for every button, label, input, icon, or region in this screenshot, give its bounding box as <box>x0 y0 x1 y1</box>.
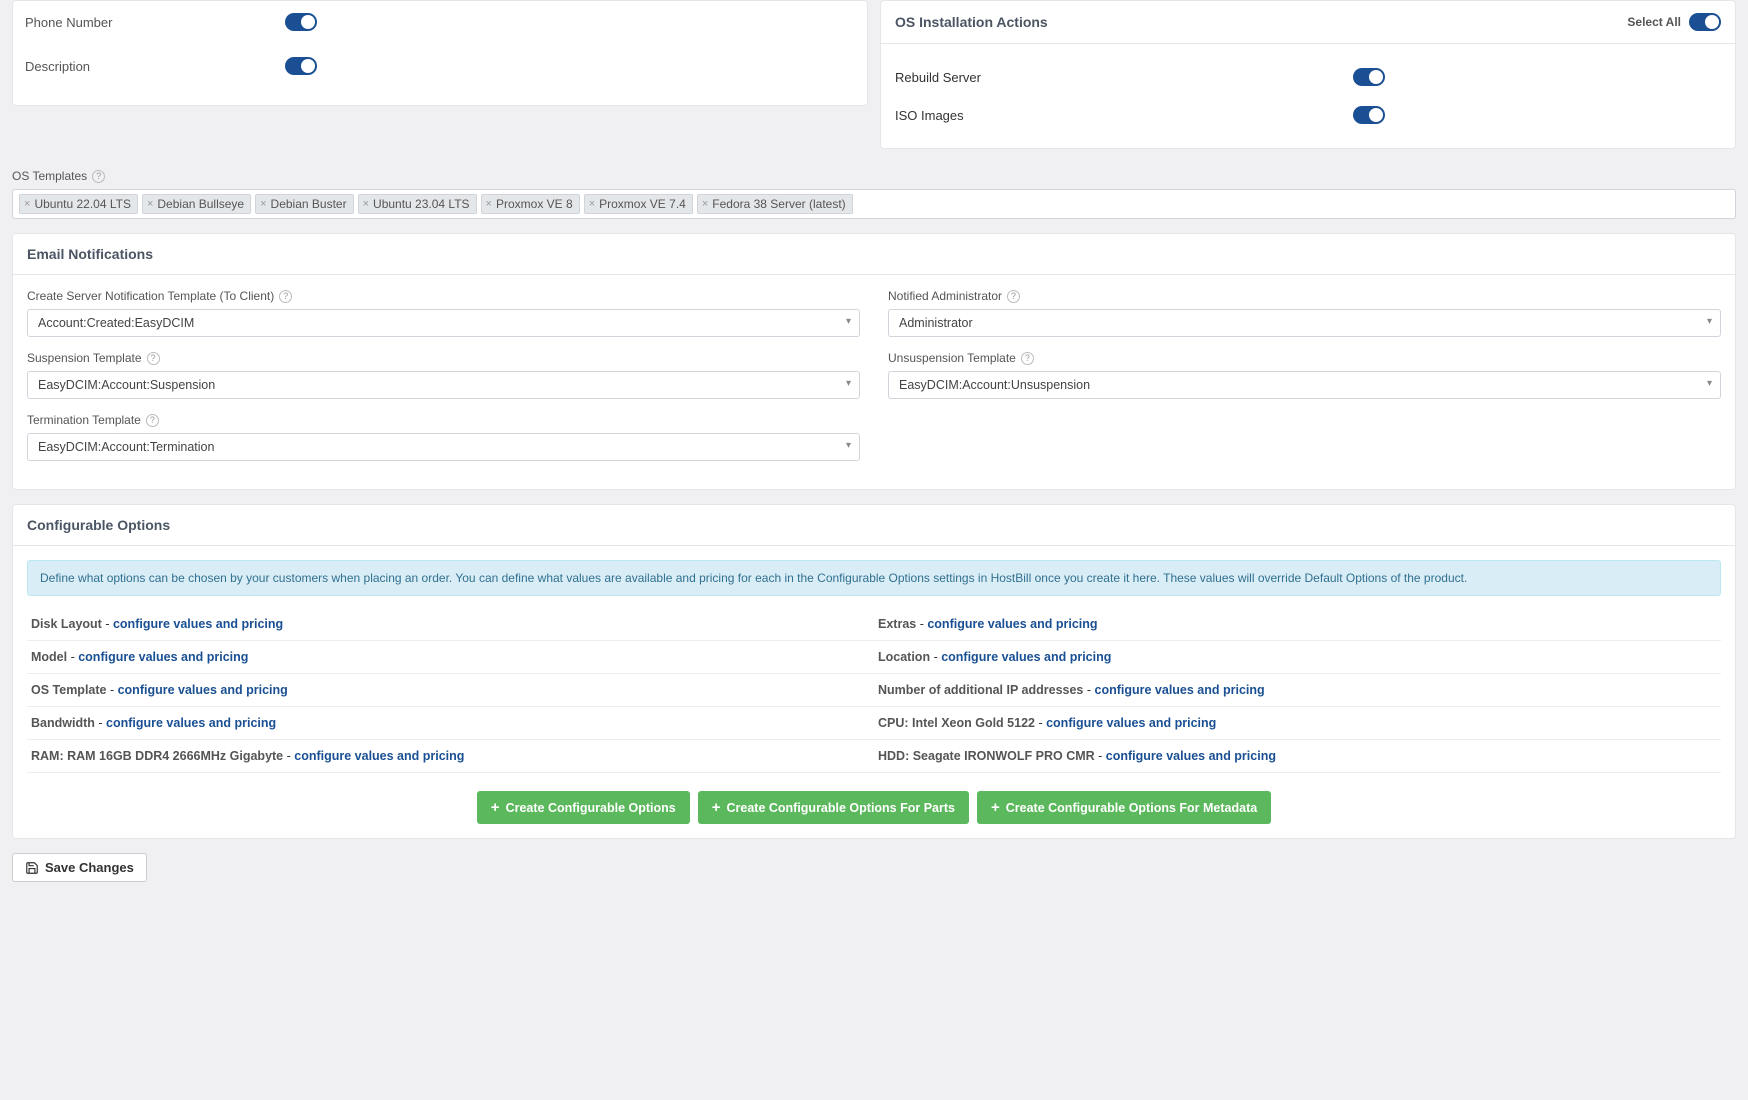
suspension-select[interactable]: EasyDCIM:Account:Suspension <box>27 371 860 399</box>
help-icon[interactable]: ? <box>1007 290 1020 303</box>
plus-icon: + <box>712 799 721 816</box>
configure-link[interactable]: configure values and pricing <box>113 617 283 631</box>
opt-label: HDD: Seagate IRONWOLF PRO CMR <box>878 749 1095 763</box>
os-action-label: ISO Images <box>895 108 964 123</box>
os-action-toggle-1[interactable] <box>1353 106 1385 124</box>
configure-link[interactable]: configure values and pricing <box>106 716 276 730</box>
toggle-label: Phone Number <box>25 15 285 30</box>
os-template-tag[interactable]: × Ubuntu 22.04 LTS <box>19 194 138 214</box>
opt-label: CPU: Intel Xeon Gold 5122 <box>878 716 1035 730</box>
configure-link[interactable]: configure values and pricing <box>1106 749 1276 763</box>
notified-admin-select[interactable]: Administrator <box>888 309 1721 337</box>
os-templates-label: OS Templates <box>12 169 87 183</box>
select-all-label: Select All <box>1627 15 1681 29</box>
opt-label: Bandwidth <box>31 716 95 730</box>
configure-link[interactable]: configure values and pricing <box>1095 683 1265 697</box>
configure-link[interactable]: configure values and pricing <box>78 650 248 664</box>
opt-label: Disk Layout <box>31 617 102 631</box>
os-actions-title: OS Installation Actions <box>895 14 1048 30</box>
save-button[interactable]: Save Changes <box>12 853 147 882</box>
tag-label: Debian Bullseye <box>157 197 244 211</box>
create-tpl-select[interactable]: Account:Created:EasyDCIM <box>27 309 860 337</box>
help-icon[interactable]: ? <box>279 290 292 303</box>
help-icon[interactable]: ? <box>1021 352 1034 365</box>
remove-tag-icon[interactable]: × <box>486 198 492 210</box>
tag-label: Fedora 38 Server (latest) <box>712 197 845 211</box>
toggle-0[interactable] <box>285 13 317 31</box>
os-action-toggle-0[interactable] <box>1353 68 1385 86</box>
remove-tag-icon[interactable]: × <box>147 198 153 210</box>
create-config-meta-button[interactable]: +Create Configurable Options For Metadat… <box>977 791 1271 824</box>
opt-label: Number of additional IP addresses <box>878 683 1083 697</box>
config-title: Configurable Options <box>27 517 170 533</box>
unsuspension-select[interactable]: EasyDCIM:Account:Unsuspension <box>888 371 1721 399</box>
plus-icon: + <box>991 799 1000 816</box>
os-template-tag[interactable]: × Fedora 38 Server (latest) <box>697 194 853 214</box>
configure-link[interactable]: configure values and pricing <box>1046 716 1216 730</box>
tag-label: Ubuntu 23.04 LTS <box>373 197 470 211</box>
os-template-tag[interactable]: × Proxmox VE 8 <box>481 194 580 214</box>
configure-link[interactable]: configure values and pricing <box>118 683 288 697</box>
os-action-label: Rebuild Server <box>895 70 981 85</box>
config-info: Define what options can be chosen by you… <box>27 560 1721 596</box>
tag-label: Debian Buster <box>271 197 347 211</box>
create-config-button[interactable]: +Create Configurable Options <box>477 791 690 824</box>
opt-label: Extras <box>878 617 916 631</box>
tag-label: Proxmox VE 8 <box>496 197 573 211</box>
help-icon[interactable]: ? <box>92 170 105 183</box>
os-templates-input[interactable]: × Ubuntu 22.04 LTS × Debian Bullseye × Debian… <box>12 189 1736 219</box>
configure-link[interactable]: configure values and pricing <box>294 749 464 763</box>
os-template-tag[interactable]: × Ubuntu 23.04 LTS <box>358 194 477 214</box>
opt-label: Model <box>31 650 67 664</box>
email-title: Email Notifications <box>27 246 153 262</box>
os-template-tag[interactable]: × Proxmox VE 7.4 <box>584 194 693 214</box>
remove-tag-icon[interactable]: × <box>363 198 369 210</box>
notified-admin-label: Notified Administrator <box>888 289 1002 303</box>
toggle-1[interactable] <box>285 57 317 75</box>
termination-select[interactable]: EasyDCIM:Account:Termination <box>27 433 860 461</box>
opt-label: Location <box>878 650 930 664</box>
termination-label: Termination Template <box>27 413 141 427</box>
help-icon[interactable]: ? <box>147 352 160 365</box>
opt-label: RAM: RAM 16GB DDR4 2666MHz Gigabyte <box>31 749 283 763</box>
tag-label: Ubuntu 22.04 LTS <box>34 197 131 211</box>
suspension-label: Suspension Template <box>27 351 142 365</box>
remove-tag-icon[interactable]: × <box>260 198 266 210</box>
tag-label: Proxmox VE 7.4 <box>599 197 686 211</box>
plus-icon: + <box>491 799 500 816</box>
remove-tag-icon[interactable]: × <box>24 198 30 210</box>
configure-link[interactable]: configure values and pricing <box>941 650 1111 664</box>
create-config-parts-button[interactable]: +Create Configurable Options For Parts <box>698 791 969 824</box>
remove-tag-icon[interactable]: × <box>589 198 595 210</box>
configure-link[interactable]: configure values and pricing <box>927 617 1097 631</box>
remove-tag-icon[interactable]: × <box>702 198 708 210</box>
unsuspension-label: Unsuspension Template <box>888 351 1016 365</box>
create-tpl-label: Create Server Notification Template (To … <box>27 289 274 303</box>
os-template-tag[interactable]: × Debian Buster <box>255 194 353 214</box>
os-template-tag[interactable]: × Debian Bullseye <box>142 194 251 214</box>
toggle-label: Description <box>25 59 285 74</box>
save-icon <box>25 861 39 875</box>
select-all-toggle[interactable] <box>1689 13 1721 31</box>
help-icon[interactable]: ? <box>146 414 159 427</box>
opt-label: OS Template <box>31 683 106 697</box>
